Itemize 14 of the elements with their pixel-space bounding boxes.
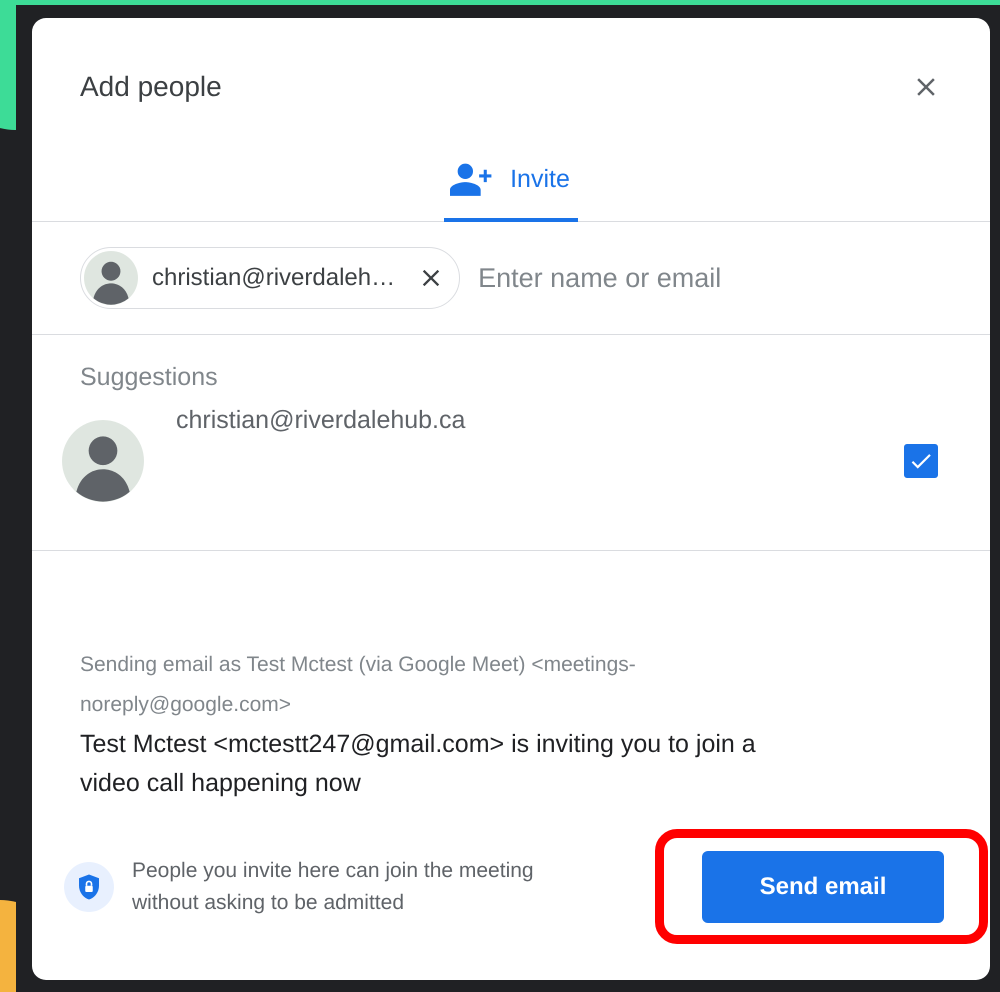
recipient-chip[interactable]: christian@riverdaleh… [80, 247, 460, 309]
avatar-icon [62, 420, 144, 502]
suggestion-email[interactable]: christian@riverdalehub.ca [176, 406, 904, 435]
invite-tab[interactable]: Invite [444, 152, 578, 222]
invite-message: Test Mctest <mctestt247@gmail.com> is inviting you to join a video call happening now [80, 729, 757, 799]
dialog-title: Add people [80, 71, 222, 103]
send-email-button[interactable]: Send email [702, 851, 944, 923]
checkbox[interactable] [904, 444, 938, 478]
shield-icon [64, 862, 114, 912]
avatar-icon [84, 251, 138, 305]
security-note: People you invite here can join the meeting without asking to be admitted [132, 858, 535, 916]
name-or-email-field[interactable]: Enter name or email [478, 262, 898, 294]
sender-note: Sending email as Test Mctest (via Google Meet) <meetings-noreply@google.com> [80, 652, 637, 718]
suggestions-heading: Suggestions [80, 363, 219, 392]
